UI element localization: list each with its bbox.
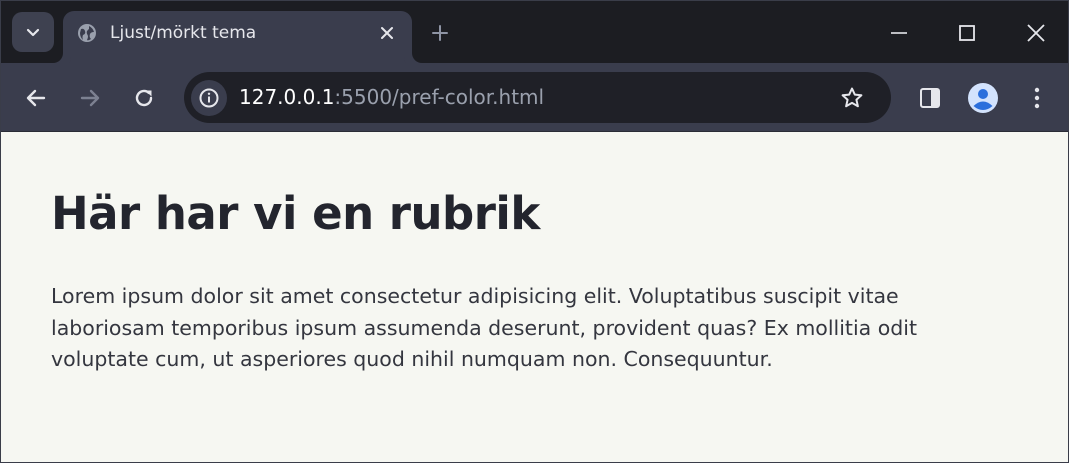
tab-search-button[interactable] xyxy=(12,12,54,52)
arrow-right-icon xyxy=(80,89,100,107)
maximize-icon xyxy=(959,25,975,41)
globe-icon xyxy=(78,24,96,42)
reload-icon xyxy=(135,89,153,107)
side-panel-icon xyxy=(920,88,940,108)
reload-button[interactable] xyxy=(126,80,162,116)
tab-strip: Ljust/mörkt tema xyxy=(1,1,1068,63)
side-panel-button[interactable] xyxy=(912,80,948,116)
menu-button[interactable] xyxy=(1019,80,1055,116)
url-path: :5500/pref-color.html xyxy=(334,85,545,109)
page-content: Här har vi en rubrik Lorem ipsum dolor s… xyxy=(1,133,1068,462)
close-icon xyxy=(1027,24,1045,42)
tab-close-button[interactable] xyxy=(376,22,398,44)
more-vertical-icon xyxy=(1034,87,1040,109)
close-window-button[interactable] xyxy=(1018,15,1054,51)
arrow-left-icon xyxy=(26,89,46,107)
star-icon xyxy=(841,87,863,108)
bookmark-button[interactable] xyxy=(838,84,866,112)
page-heading: Här har vi en rubrik xyxy=(51,187,540,240)
address-bar[interactable]: 127.0.0.1:5500/pref-color.html xyxy=(184,72,891,123)
tab-active[interactable]: Ljust/mörkt tema xyxy=(63,11,412,63)
info-icon xyxy=(199,88,219,108)
url-text[interactable]: 127.0.0.1:5500/pref-color.html xyxy=(239,85,544,109)
page-paragraph: Lorem ipsum dolor sit amet consectetur a… xyxy=(51,284,918,371)
forward-button[interactable] xyxy=(72,80,108,116)
site-info-button[interactable] xyxy=(191,80,227,116)
minimize-button[interactable] xyxy=(881,15,917,51)
profile-icon xyxy=(968,83,998,113)
navigation-toolbar: 127.0.0.1:5500/pref-color.html xyxy=(1,63,1068,132)
minimize-icon xyxy=(891,32,907,34)
maximize-button[interactable] xyxy=(949,15,985,51)
browser-window: Ljust/mörkt tema 127.0.0.1:5500/pref-col… xyxy=(0,0,1069,463)
url-host: 127.0.0.1 xyxy=(239,85,335,109)
chevron-down-icon xyxy=(26,28,40,37)
plus-icon xyxy=(432,25,448,41)
new-tab-button[interactable] xyxy=(428,21,452,45)
profile-button[interactable] xyxy=(965,80,1001,116)
tab-title: Ljust/mörkt tema xyxy=(110,23,257,43)
back-button[interactable] xyxy=(18,80,54,116)
close-icon xyxy=(381,27,393,39)
